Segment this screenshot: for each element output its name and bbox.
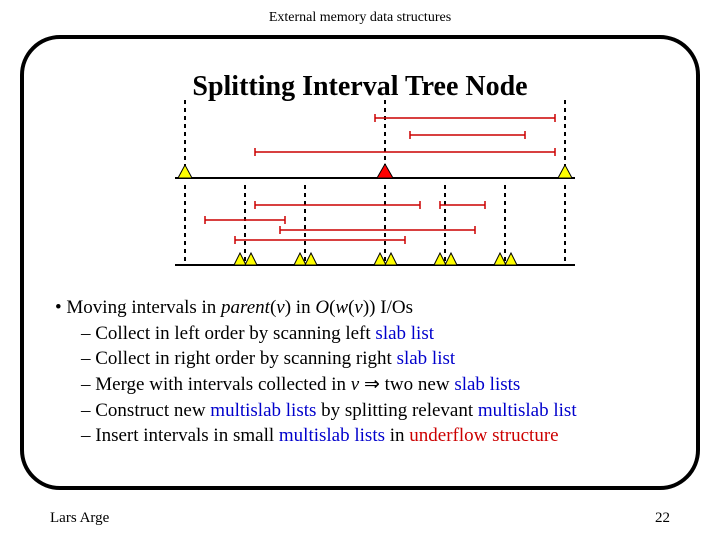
footer-page: 22 — [655, 510, 670, 527]
bullet-sub-1: Collect in left order by scanning left s… — [81, 321, 675, 347]
interval-tree-diagram — [175, 100, 575, 275]
bullet-sub-5: Insert intervals in small multislab list… — [81, 423, 675, 449]
bullet-list: Moving intervals in parent(v) in O(w(v))… — [55, 295, 675, 449]
footer-author: Lars Arge — [50, 510, 109, 527]
bullet-sub-4: Construct new multislab lists by splitti… — [81, 398, 675, 424]
bullet-sub-3: Merge with intervals collected in v ⇒ tw… — [81, 372, 675, 398]
course-header: External memory data structures — [0, 0, 720, 26]
bullet-main: Moving intervals in parent(v) in O(w(v))… — [55, 295, 675, 321]
bullet-sub-2: Collect in right order by scanning right… — [81, 346, 675, 372]
